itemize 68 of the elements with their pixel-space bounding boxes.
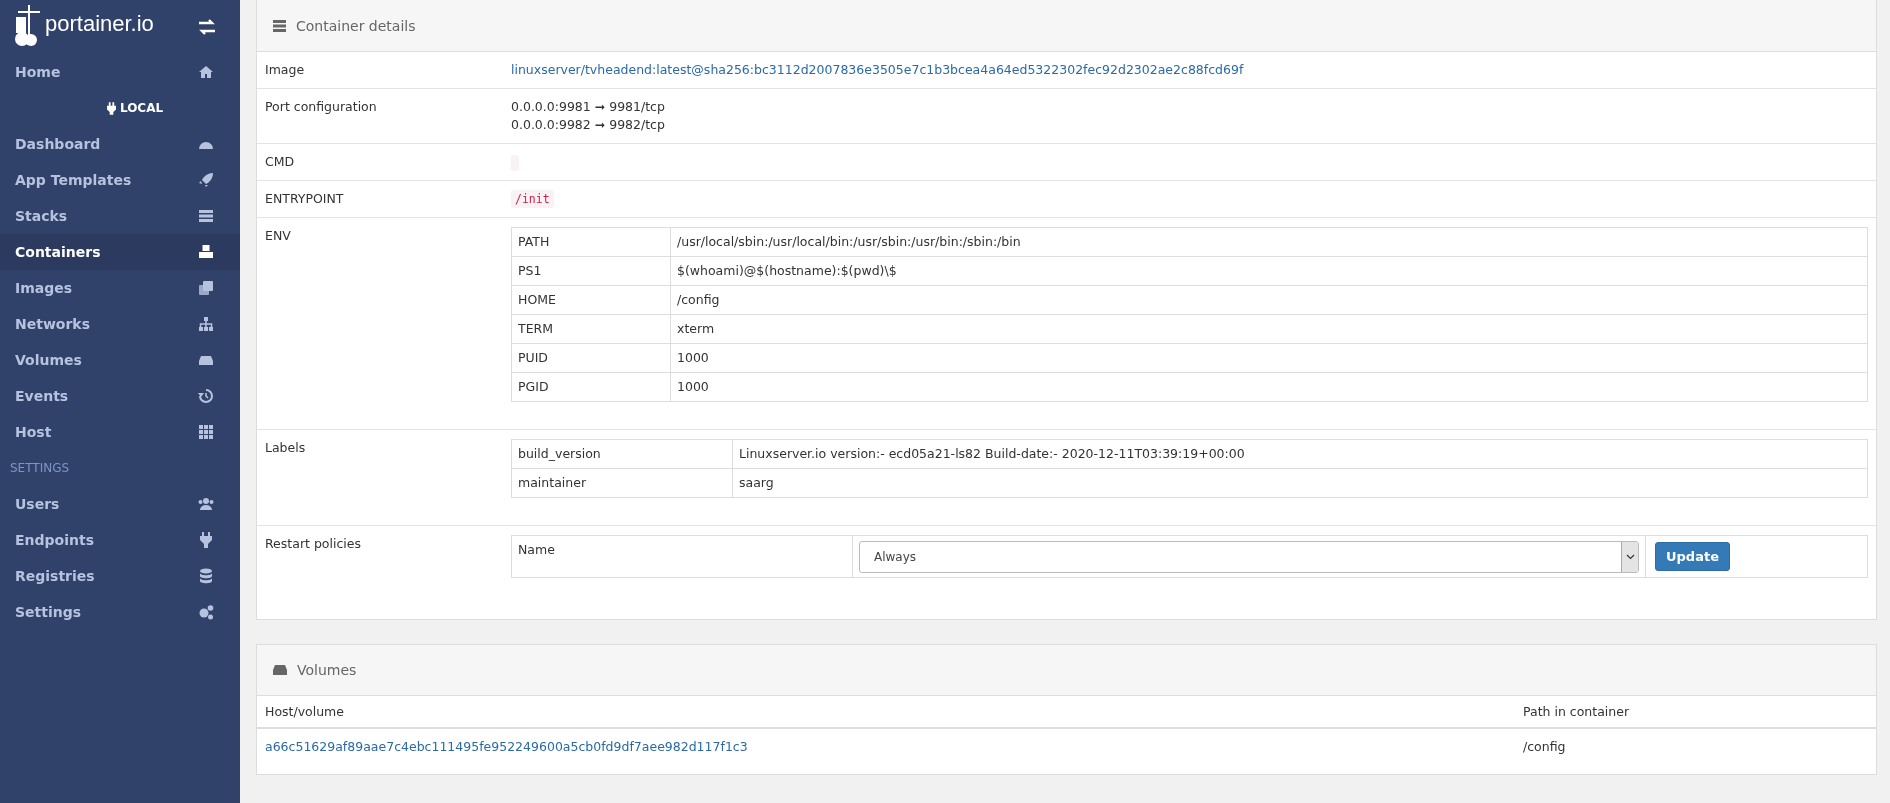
table-cell: Linuxserver.io version:- ecd05a21-ls82 Build-date:- 2020-12-11T03:39:19+00:00 (732, 439, 1868, 469)
grid-icon (198, 424, 214, 440)
endpoint-label: LOCAL (0, 90, 240, 126)
table-cell: TERM (511, 314, 671, 344)
update-button[interactable]: Update (1655, 542, 1730, 571)
field-label: ENV (265, 228, 291, 243)
sitemap-icon (198, 316, 214, 332)
port-mapping: 0.0.0.0:9982 ➞ 9982/tcp (511, 117, 665, 132)
history-icon (198, 388, 214, 404)
image-link[interactable]: linuxserver/tvheadend:latest@sha256:bc3112d2007836e3505e7c1b3bcea4a64ed5322302fec92d2302ae2c88fcd69f (511, 62, 1244, 77)
code-value: /init (511, 190, 554, 208)
table-cell: PGID (511, 372, 671, 402)
caret-icon (1621, 542, 1638, 572)
table-cell: /config (1523, 739, 1566, 754)
table-cell: HOME (511, 285, 671, 315)
rocket-icon (198, 172, 214, 188)
nav-item[interactable]: Settings (0, 594, 240, 630)
table-cell: build_version (511, 439, 733, 469)
nav-item[interactable]: Containers (0, 234, 240, 270)
port-mapping: 0.0.0.0:9981 ➞ 9981/tcp (511, 99, 665, 114)
nav-item[interactable]: Networks (0, 306, 240, 342)
table-cell: PUID (511, 343, 671, 373)
table-cell: 1000 (670, 372, 1868, 402)
plug-icon (106, 101, 116, 115)
nav-item[interactable]: Volumes (0, 342, 240, 378)
swap-icon[interactable] (198, 19, 216, 35)
nav-item[interactable]: Home (0, 54, 240, 90)
panel-title: Container details (296, 17, 416, 34)
server-icon (273, 19, 286, 32)
panel-title: Volumes (297, 662, 357, 678)
nav-item[interactable]: App Templates (0, 162, 240, 198)
nav-item[interactable]: Registries (0, 558, 240, 594)
field-label: ENTRYPOINT (265, 191, 344, 206)
table-cell: xterm (670, 314, 1868, 344)
table-cell: PS1 (511, 256, 671, 286)
nav-item[interactable]: Stacks (0, 198, 240, 234)
table-cell: saarg (732, 468, 1868, 498)
users-icon (198, 496, 214, 512)
field-label: Labels (265, 440, 306, 455)
field-label: CMD (265, 154, 295, 169)
field-label: Image (265, 62, 305, 77)
list-icon (198, 208, 214, 224)
table-cell: /config (670, 285, 1868, 315)
table-cell: /usr/local/sbin:/usr/local/bin:/usr/sbin:/usr/bin:/sbin:/bin (670, 227, 1868, 257)
nav-item[interactable]: Endpoints (0, 522, 240, 558)
nav-item[interactable]: Host (0, 414, 240, 450)
volume-link[interactable]: a66c51629af89aae7c4ebc111495fe952249600a5cb0fd9df7aee982d117f1c3 (265, 739, 748, 754)
table-cell: $(whoami)@$(hostname):$(pwd)\$ (670, 256, 1868, 286)
column-header: Host/volume (257, 696, 1515, 728)
policy-select[interactable]: Always (859, 541, 1639, 573)
table-cell: PATH (511, 227, 671, 257)
nav-item[interactable]: Images (0, 270, 240, 306)
nav-item[interactable]: Dashboard (0, 126, 240, 162)
logo-text: portainer.io (45, 13, 154, 35)
field-label: Port configuration (265, 99, 377, 114)
nav-item[interactable]: Events (0, 378, 240, 414)
plug-icon (198, 532, 214, 548)
section-heading: SETTINGS (9, 460, 71, 477)
table-cell: 1000 (670, 343, 1868, 373)
column-header: Path in container (1515, 696, 1876, 728)
table-cell: maintainer (511, 468, 733, 498)
home-icon (198, 64, 214, 80)
table-cell: Name (511, 535, 853, 578)
nav-item[interactable]: Users (0, 486, 240, 522)
drive-icon (273, 665, 287, 675)
copy-icon (198, 280, 214, 296)
field-label: Restart policies (265, 536, 361, 551)
database-icon (198, 568, 214, 584)
